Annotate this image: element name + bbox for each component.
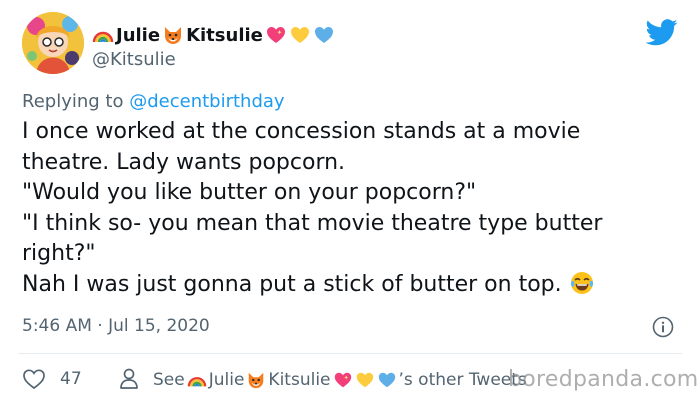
fox-emoji xyxy=(162,24,184,46)
tweet-text-line: Nah I was just gonna put a stick of butt… xyxy=(22,271,562,297)
tweet-text-line-last: Nah I was just gonna put a stick of butt… xyxy=(22,270,690,301)
tweet-text: I once worked at the concession stands a… xyxy=(22,117,690,300)
fox-emoji xyxy=(246,370,266,390)
tweet-card: Julie Kitsulie @Kitsulie Replying to @de… xyxy=(0,0,700,407)
info-icon[interactable] xyxy=(652,316,674,338)
user-handle[interactable]: @Kitsulie xyxy=(92,49,176,70)
face-with-tears-of-joy-emoji xyxy=(570,271,594,295)
tweet-text-line: right?" xyxy=(22,241,96,266)
see-other-tweets-link[interactable]: See Julie Kitsulie ’s other Tweets xyxy=(153,368,527,392)
tweet-text-line: "I think so- you mean that movie theatre… xyxy=(22,210,603,236)
yellow-heart-emoji xyxy=(289,24,311,46)
tweet-timestamp[interactable]: 5:46 AM · Jul 15, 2020 xyxy=(22,316,210,336)
replying-to: Replying to @decentbirthday xyxy=(22,91,285,112)
sparkling-heart-emoji xyxy=(333,370,353,390)
rainbow-emoji xyxy=(92,24,114,46)
person-icon[interactable] xyxy=(118,367,140,391)
tweet-text-line: theatre. Lady wants popcorn. xyxy=(22,149,346,175)
yellow-heart-emoji xyxy=(355,370,375,390)
tweet-text-line: I once worked at the concession stands a… xyxy=(22,119,581,144)
divider xyxy=(18,353,682,354)
see-tweets-prefix: See xyxy=(153,370,185,390)
see-tweets-name-part2: Kitsulie xyxy=(268,370,331,390)
watermark: boredpanda.com xyxy=(508,367,699,392)
blue-heart-emoji xyxy=(377,370,397,390)
blue-heart-emoji xyxy=(313,24,335,46)
avatar[interactable] xyxy=(22,12,84,74)
replying-to-label: Replying to xyxy=(22,91,124,112)
like-count: 47 xyxy=(60,369,82,389)
display-name-part1: Julie xyxy=(116,24,161,46)
reply-mention-link[interactable]: @decentbirthday xyxy=(129,91,284,112)
sparkling-heart-emoji xyxy=(265,24,287,46)
heart-icon[interactable] xyxy=(22,368,46,390)
tweet-text-line: "Would you like butter on your popcorn?" xyxy=(22,180,477,205)
see-tweets-name-part1: Julie xyxy=(208,370,245,390)
display-name-part2: Kitsulie xyxy=(186,24,263,46)
display-name[interactable]: Julie Kitsulie xyxy=(92,22,335,48)
rainbow-emoji xyxy=(187,370,207,390)
twitter-bird-icon[interactable] xyxy=(645,19,678,46)
